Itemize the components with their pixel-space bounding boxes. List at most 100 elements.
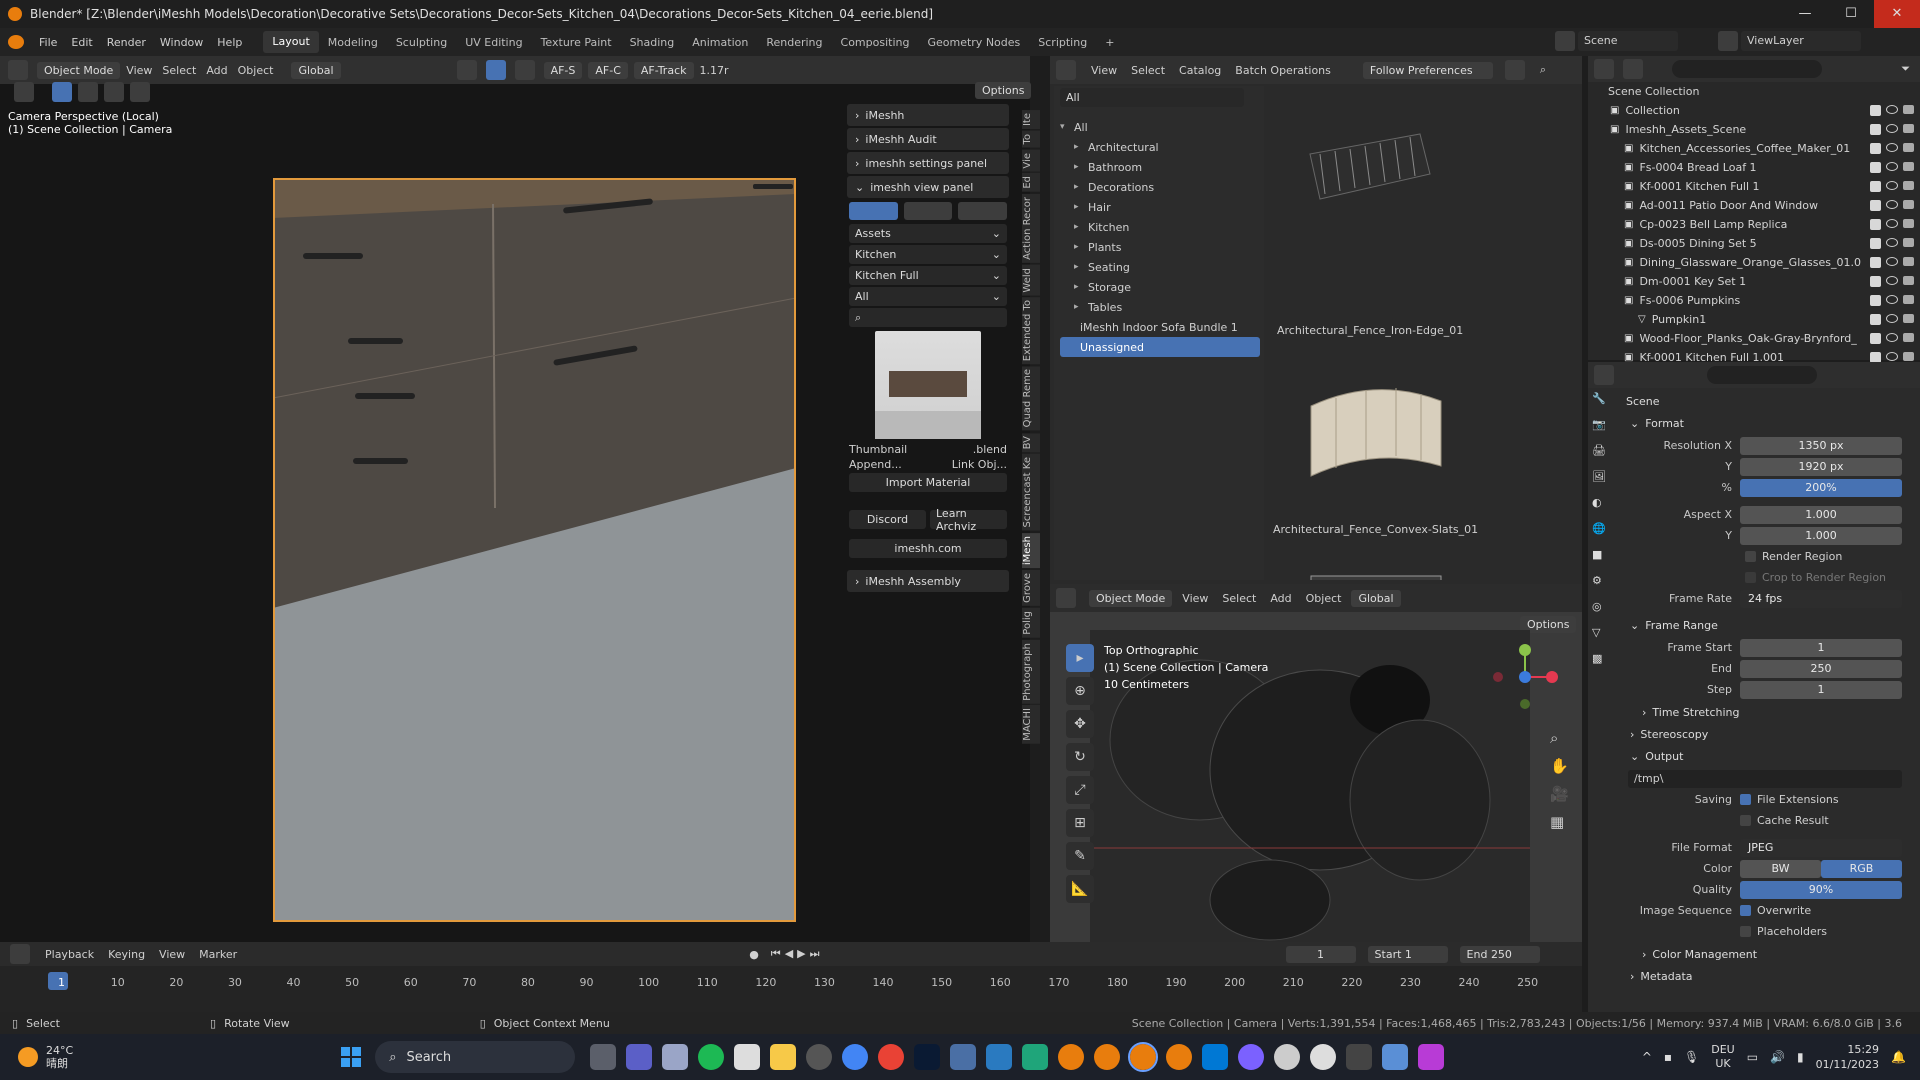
- frame-range-section[interactable]: ⌄ Frame Range: [1620, 614, 1916, 636]
- outliner-row[interactable]: ▣ Ad-0011 Patio Door And Window: [1588, 196, 1920, 215]
- cache-result-checkbox[interactable]: [1740, 815, 1751, 826]
- imeshh-filter-dropdown[interactable]: Kitchen Full ⌄: [849, 266, 1007, 285]
- aspect-y-field[interactable]: 1.000: [1740, 526, 1902, 545]
- menu-edit[interactable]: Edit: [64, 36, 99, 49]
- properties-search-input[interactable]: [1707, 366, 1817, 384]
- sidebar-tab[interactable]: iMesh: [1022, 532, 1040, 568]
- select-tool-icon[interactable]: ▸: [1066, 644, 1094, 672]
- mode-dropdown[interactable]: Object Mode: [37, 61, 121, 79]
- imeshh-search-input[interactable]: ⌕: [849, 308, 1007, 327]
- outliner-row[interactable]: ▣ Wood-Floor_Planks_Oak-Gray-Brynford_: [1588, 329, 1920, 348]
- catalog-item[interactable]: ▸ Seating: [1060, 257, 1260, 277]
- viewlayer-icon[interactable]: [1718, 31, 1738, 51]
- output-section[interactable]: ⌄ Output: [1620, 745, 1916, 767]
- notion-icon[interactable]: [734, 1044, 761, 1070]
- blender-active-icon[interactable]: [1128, 1042, 1159, 1072]
- visibility-eye-icon[interactable]: [1886, 238, 1898, 247]
- include-checkbox[interactable]: [1870, 143, 1881, 154]
- editor-type-icon[interactable]: [1594, 365, 1614, 385]
- output-path-field[interactable]: /tmp\: [1628, 769, 1902, 788]
- tray-expand-icon[interactable]: ^: [1642, 1050, 1652, 1064]
- photoshop-2-icon[interactable]: [986, 1044, 1013, 1070]
- stereoscopy-section[interactable]: › Stereoscopy: [1620, 723, 1916, 745]
- library-dropdown[interactable]: All: [1060, 88, 1244, 107]
- render-camera-icon[interactable]: [1903, 219, 1914, 228]
- sidebar-tab[interactable]: Ite: [1022, 110, 1040, 130]
- record-icon[interactable]: ●: [749, 948, 759, 961]
- lang-code[interactable]: DEU: [1711, 1043, 1734, 1057]
- render-camera-icon[interactable]: [1903, 352, 1914, 361]
- discord-icon[interactable]: [1238, 1044, 1265, 1070]
- include-checkbox[interactable]: [1870, 181, 1881, 192]
- placeholders-checkbox[interactable]: [1740, 926, 1751, 937]
- browser-menu-item[interactable]: Catalog: [1179, 64, 1221, 77]
- file-format-dropdown[interactable]: JPEG: [1740, 838, 1902, 857]
- transform-tool-icon[interactable]: ⊞: [1066, 809, 1094, 837]
- sidebar-tab[interactable]: Quad Reme: [1022, 366, 1040, 431]
- render-camera-icon[interactable]: [1903, 200, 1914, 209]
- select-tool-icon[interactable]: [14, 82, 34, 102]
- include-checkbox[interactable]: [1870, 200, 1881, 211]
- camera-view-icon[interactable]: 🎥: [1550, 780, 1569, 808]
- grid-view-icon[interactable]: ▦: [1550, 808, 1569, 836]
- outliner-row[interactable]: ▣ Dining_Glassware_Orange_Glasses_01.0: [1588, 253, 1920, 272]
- outliner-row[interactable]: ▣ Fs-0004 Bread Loaf 1: [1588, 158, 1920, 177]
- end-frame-field[interactable]: End 250: [1459, 945, 1540, 963]
- workspace-tab[interactable]: Geometry Nodes: [918, 36, 1029, 49]
- frame-rate-dropdown[interactable]: 24 fps: [1740, 589, 1902, 608]
- include-checkbox[interactable]: [1870, 105, 1881, 116]
- blender-icon[interactable]: [1058, 1044, 1085, 1070]
- outliner-row[interactable]: ▣ Fs-0006 Pumpkins: [1588, 291, 1920, 310]
- timeline-menu-item[interactable]: Playback: [45, 948, 94, 961]
- openai-icon[interactable]: [1274, 1044, 1301, 1070]
- select-invert-icon[interactable]: [130, 82, 150, 102]
- discord-button[interactable]: Discord: [849, 510, 926, 529]
- render-tab-icon[interactable]: 📷: [1592, 418, 1616, 440]
- workspace-tab[interactable]: UV Editing: [456, 36, 531, 49]
- output-tab-icon[interactable]: 🖨: [1592, 444, 1616, 466]
- outliner-root[interactable]: Scene Collection: [1588, 82, 1920, 101]
- include-checkbox[interactable]: [1870, 333, 1881, 344]
- move-tool-icon[interactable]: ✥: [1066, 710, 1094, 738]
- render-region-checkbox[interactable]: [1745, 551, 1756, 562]
- texture-tab-icon[interactable]: ▩: [1592, 652, 1616, 674]
- mode-dropdown-2[interactable]: Object Mode: [1089, 589, 1173, 607]
- render-camera-icon[interactable]: [1903, 124, 1914, 133]
- visibility-eye-icon[interactable]: [1886, 276, 1898, 285]
- catalog-bundle[interactable]: iMeshh Indoor Sofa Bundle 1: [1060, 317, 1260, 337]
- render-camera-icon[interactable]: [1903, 143, 1914, 152]
- visibility-eye-icon[interactable]: [1886, 295, 1898, 304]
- color-management-section[interactable]: › Color Management: [1620, 943, 1916, 965]
- frame-ruler[interactable]: 1 10 20 30 40 50 60 70 80 90 100 110 120 130 140 150 160…: [0, 970, 1582, 990]
- weather-icon[interactable]: [18, 1047, 38, 1067]
- imeshh-filter-dropdown[interactable]: Kitchen ⌄: [849, 245, 1007, 264]
- imeshh-filter-dropdown[interactable]: Assets ⌄: [849, 224, 1007, 243]
- lang-region[interactable]: UK: [1711, 1057, 1734, 1071]
- fence-preview-3[interactable]: [1306, 566, 1446, 580]
- outliner-row[interactable]: ▣ Kf-0001 Kitchen Full 1: [1588, 177, 1920, 196]
- viewlayer-field[interactable]: ViewLayer: [1741, 31, 1861, 51]
- workspace-tab[interactable]: Shading: [621, 36, 684, 49]
- link-object-button[interactable]: Link Obj...: [952, 458, 1007, 471]
- display-mode-icon[interactable]: [1623, 59, 1643, 79]
- visibility-eye-icon[interactable]: [1886, 105, 1898, 114]
- object-data-tab-icon[interactable]: ▽: [1592, 626, 1616, 648]
- vscode-icon[interactable]: [1202, 1044, 1229, 1070]
- frame-end-field[interactable]: 250: [1740, 659, 1902, 678]
- sidebar-tab[interactable]: Photograph: [1022, 639, 1040, 704]
- cursor-tool-icon[interactable]: ⊕: [1066, 677, 1094, 705]
- spotify-icon[interactable]: [698, 1044, 725, 1070]
- imeshh-panel-header[interactable]: › imeshh settings panel: [847, 152, 1009, 174]
- scene-icon[interactable]: [1555, 31, 1575, 51]
- render-camera-icon[interactable]: [1903, 105, 1914, 114]
- include-checkbox[interactable]: [1870, 124, 1881, 135]
- sidebar-tab[interactable]: Ed: [1022, 173, 1040, 192]
- measure-tool-icon[interactable]: 📐: [1066, 875, 1094, 903]
- outliner-row[interactable]: ▣ Cp-0023 Bell Lamp Replica: [1588, 215, 1920, 234]
- append-button[interactable]: Append...: [849, 458, 902, 471]
- options-button[interactable]: Options: [975, 82, 1032, 99]
- catalog-item[interactable]: ▸ Decorations: [1060, 177, 1260, 197]
- workspace-tab[interactable]: +: [1096, 36, 1123, 49]
- outliner-row[interactable]: ▣ Kitchen_Accessories_Coffee_Maker_01: [1588, 139, 1920, 158]
- render-camera-icon[interactable]: [1903, 181, 1914, 190]
